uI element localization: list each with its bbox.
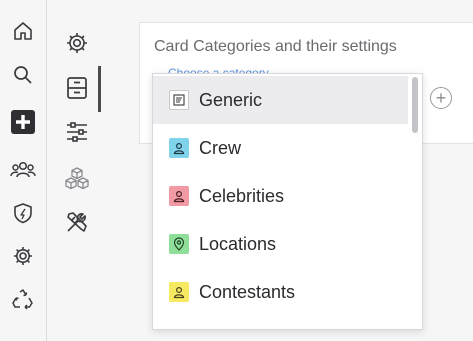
option-generic[interactable]: Generic <box>153 76 408 124</box>
option-label: Contestants <box>199 281 296 302</box>
sliders-icon[interactable] <box>63 118 91 146</box>
cabinet-icon[interactable] <box>63 74 91 102</box>
plus-icon: + <box>435 88 447 108</box>
dropdown-scrollbar[interactable] <box>412 77 418 133</box>
option-label: Locations <box>199 233 277 254</box>
option-label: Generic <box>199 89 263 110</box>
option-contestants[interactable]: Contestants <box>153 268 408 316</box>
add-category-button[interactable]: + <box>430 87 452 109</box>
option-label: Crew <box>199 137 242 158</box>
recycle-icon[interactable] <box>10 286 36 312</box>
option-crew[interactable]: Crew <box>153 124 408 172</box>
person-icon <box>169 138 189 158</box>
gear-icon[interactable] <box>63 29 91 57</box>
option-celebrities[interactable]: Celebrities <box>153 172 408 220</box>
person-icon <box>169 186 189 206</box>
people-icon[interactable] <box>10 157 36 183</box>
person-icon <box>169 282 189 302</box>
tools-icon[interactable] <box>63 208 91 236</box>
card-title: Card Categories and their settings <box>154 38 397 55</box>
document-icon <box>169 90 189 110</box>
home-icon[interactable] <box>10 18 36 44</box>
option-locations[interactable]: Locations <box>153 220 408 268</box>
search-icon[interactable] <box>10 62 36 88</box>
settings-subnav <box>48 0 106 341</box>
shield-icon[interactable] <box>10 200 36 226</box>
category-dropdown[interactable]: Generic Crew Celebrities Locations Conte… <box>152 73 423 330</box>
active-indicator <box>98 66 101 112</box>
boxes-icon[interactable] <box>63 164 91 192</box>
option-label: Celebrities <box>199 185 285 206</box>
gear-icon[interactable] <box>10 243 36 269</box>
add-icon[interactable] <box>10 109 36 135</box>
pin-icon <box>169 234 189 254</box>
primary-sidebar <box>0 0 47 341</box>
